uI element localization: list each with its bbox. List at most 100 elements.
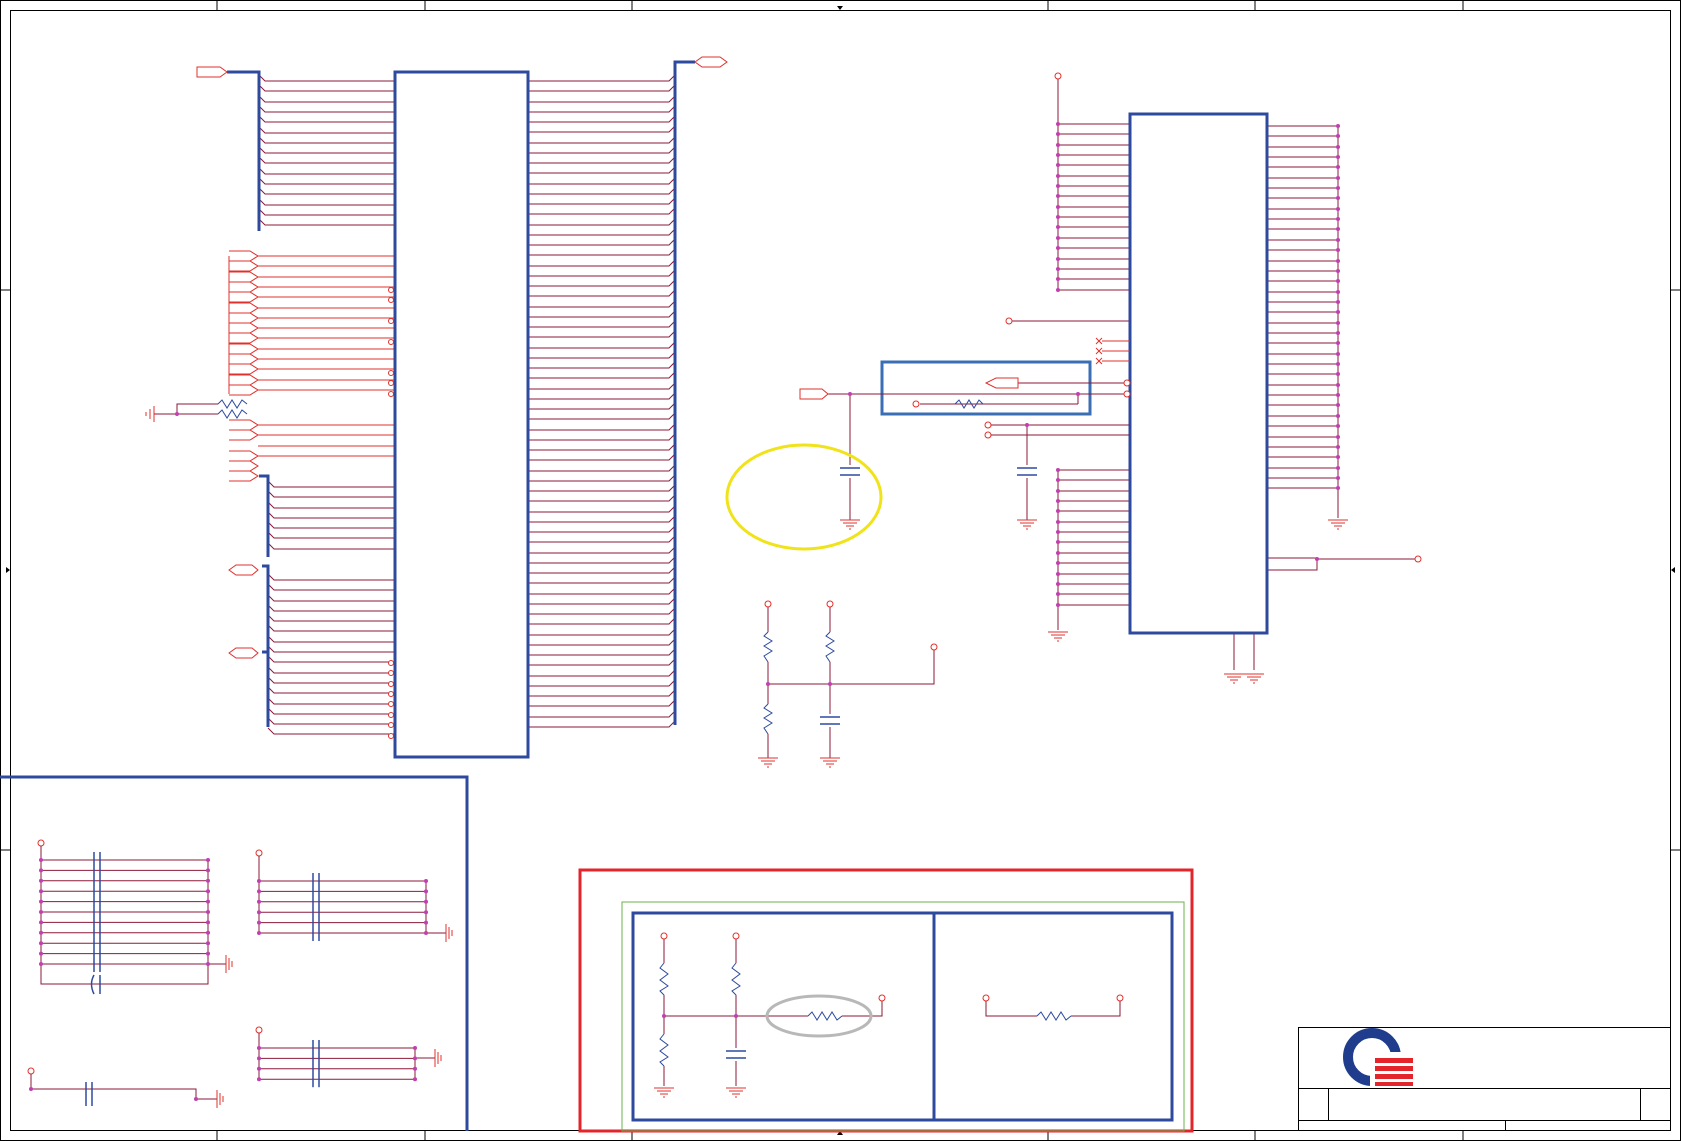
junction-dot (1336, 269, 1340, 273)
junction-dot (1336, 362, 1340, 366)
junction-dot (1056, 184, 1060, 188)
junction-dot (206, 868, 210, 873)
junction-dot (39, 889, 43, 894)
junction-dot (206, 889, 210, 894)
capacitor-symbol (85, 1082, 93, 1106)
bus-entry-wire (528, 484, 676, 492)
bus-entry-wire (267, 542, 395, 550)
junction-dot (39, 951, 43, 956)
junction-dot (257, 879, 261, 883)
pin-terminal (388, 391, 394, 397)
bus-entry-wire (528, 648, 676, 656)
junction-dot (1056, 592, 1060, 596)
pin-terminal (388, 339, 394, 345)
company-logo-q (1343, 1028, 1416, 1086)
decoupling-caps (27, 839, 446, 1106)
junction-dot (424, 920, 428, 925)
bus-entry-wire (528, 464, 676, 472)
capacitor-symbol (312, 873, 320, 941)
net-port (229, 302, 259, 314)
divider-resistors (763, 631, 835, 735)
bus-entry-wire (528, 607, 676, 615)
junction-dot (1056, 530, 1060, 534)
junction-dot (413, 1077, 417, 1082)
junction-dot (175, 412, 179, 416)
pin-terminal (388, 733, 394, 739)
bus-entry-wire (528, 556, 676, 564)
divider-cap (820, 716, 840, 725)
junction-dot (206, 962, 210, 966)
net-port (229, 374, 259, 386)
junction-dot (734, 1014, 738, 1018)
junction-dot (1336, 124, 1340, 128)
junction-dot (1336, 393, 1340, 397)
bus-entry-wire (528, 259, 676, 267)
junction-dot (257, 899, 261, 904)
capacitor-symbol (312, 1040, 320, 1088)
net-port (229, 332, 259, 344)
bus-entry-wire (528, 84, 676, 92)
junction-dot (39, 868, 43, 873)
net-port (229, 343, 259, 355)
bus-entry-wire (258, 208, 395, 216)
junction-dot (1336, 445, 1340, 449)
junction-dot (206, 899, 210, 904)
net-port (229, 460, 259, 472)
bus-entry-wire (528, 412, 676, 420)
junction-dot (662, 1014, 666, 1018)
bus-entry-wire (528, 197, 676, 205)
junction-dot (1336, 331, 1340, 335)
bus-entry-wire (528, 515, 676, 523)
bus-entry-wire (267, 480, 395, 488)
net-port (229, 312, 259, 324)
junction-dot (206, 941, 210, 946)
schematic-sheet (0, 0, 1681, 1141)
bus-entry-wire (258, 105, 395, 113)
bus-entry-wire (258, 187, 395, 195)
junction-dot (1336, 196, 1340, 200)
bus-entry-wire (528, 300, 676, 308)
junction-dot (1056, 257, 1060, 261)
net-port (229, 470, 259, 482)
pin-terminal (388, 380, 394, 386)
bus-entry-wire (528, 402, 676, 410)
junction-dot (1056, 194, 1060, 198)
bus-entry-wire (528, 576, 676, 584)
bus-entry-wire (528, 720, 676, 728)
junction-dot (206, 878, 210, 883)
bus-entry-wire (528, 699, 676, 707)
junction-dot (1336, 300, 1340, 304)
ground-symbol (840, 519, 860, 530)
ic-u1-wires-right (528, 74, 676, 728)
junction-dot (1336, 310, 1340, 314)
junction-dot (1336, 414, 1340, 418)
junction-dot (39, 858, 43, 862)
bus-entry-wire (267, 521, 395, 529)
bus-entry-wire (267, 531, 395, 539)
highlight-box-red (578, 868, 1194, 1133)
junction-dot (39, 910, 43, 914)
junction-dot (1336, 238, 1340, 242)
subcircuit-right-resistor (1036, 1011, 1072, 1021)
bus-entry-wire (258, 198, 395, 206)
bus-entry-wire (258, 95, 395, 103)
bus-entry-wire (528, 597, 676, 605)
junction-dot (257, 1046, 261, 1050)
bus-entry-wire (258, 177, 395, 185)
bus-entry-wire (528, 587, 676, 595)
junction-dot (1336, 217, 1340, 221)
junction-dot (206, 858, 210, 862)
junction-dot (413, 1046, 417, 1050)
junction-dot (424, 889, 428, 894)
pin-terminal (388, 722, 394, 728)
junction-dot (206, 910, 210, 914)
power-terminal (27, 1067, 35, 1075)
junction-dot (1056, 246, 1060, 250)
bus-entry-wire (267, 635, 395, 643)
net-port (229, 291, 259, 303)
junction-dot (29, 1087, 33, 1091)
bus-entry-wire (267, 624, 395, 632)
junction-dot (413, 1066, 417, 1071)
junction-dot (1056, 551, 1060, 555)
bus-entry-wire (528, 166, 676, 174)
